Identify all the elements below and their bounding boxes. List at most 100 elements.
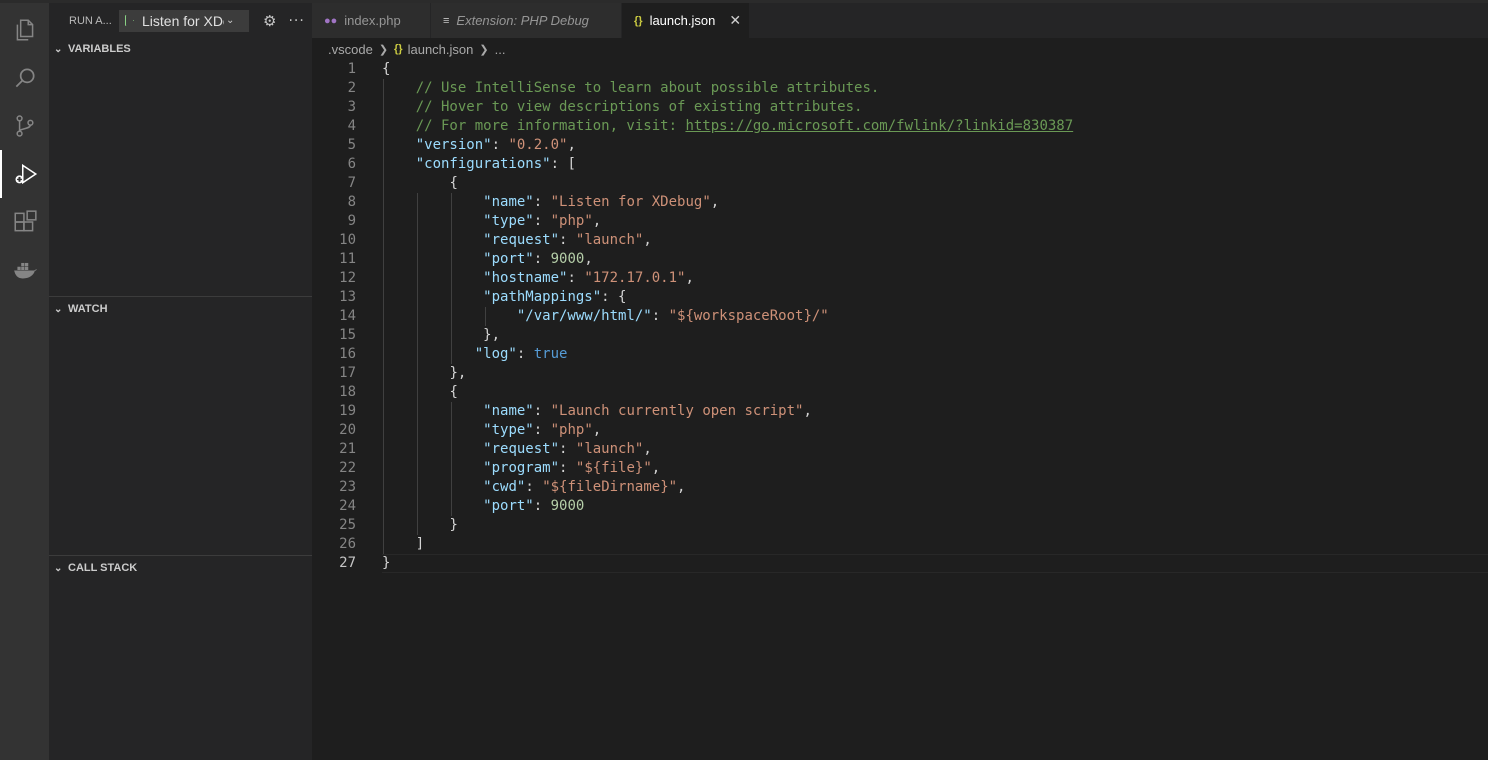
code-text: "request": "launch", bbox=[483, 441, 652, 457]
breadcrumb: .vscode ❯ {} launch.json ❯ ... bbox=[312, 38, 505, 60]
line-number: 7 bbox=[347, 175, 356, 191]
breadcrumb-file[interactable]: launch.json bbox=[408, 42, 474, 57]
tab-extension-php-debug[interactable]: ≡ Extension: PHP Debug bbox=[431, 3, 622, 38]
code-text: { bbox=[382, 61, 391, 77]
chevron-right-icon: ❯ bbox=[479, 43, 489, 56]
line-number: 3 bbox=[347, 99, 356, 115]
source-control-button[interactable] bbox=[0, 102, 49, 150]
code-text: "cwd": "${fileDirname}", bbox=[483, 479, 686, 495]
code-text: "type": "php", bbox=[483, 422, 602, 438]
code-line[interactable]: 11 "port": 9000, bbox=[312, 250, 1488, 269]
tab-label: launch.json bbox=[649, 13, 716, 28]
debug-config-label: Listen for XDebug bbox=[142, 12, 224, 29]
code-line[interactable]: 14 "/var/www/html/": "${workspaceRoot}/" bbox=[312, 307, 1488, 326]
code-line[interactable]: 15 }, bbox=[312, 326, 1488, 345]
line-number: 1 bbox=[347, 61, 356, 77]
code-text: "type": "php", bbox=[483, 213, 602, 229]
activity-bar bbox=[0, 0, 49, 760]
variables-section-header[interactable]: ⌄ VARIABLES bbox=[49, 38, 312, 60]
start-debugging-icon[interactable] bbox=[125, 15, 134, 26]
code-line[interactable]: 20 "type": "php", bbox=[312, 421, 1488, 440]
code-line[interactable]: 5 "version": "0.2.0", bbox=[312, 136, 1488, 155]
close-icon[interactable]: ✕ bbox=[729, 12, 741, 29]
code-editor[interactable]: 1{2 // Use IntelliSense to learn about p… bbox=[312, 60, 1488, 760]
code-line[interactable]: 26 ] bbox=[312, 535, 1488, 554]
code-line[interactable]: 9 "type": "php", bbox=[312, 212, 1488, 231]
run-debug-button[interactable] bbox=[0, 150, 49, 198]
code-line[interactable]: 4 // For more information, visit: https:… bbox=[312, 117, 1488, 136]
call-stack-section-header[interactable]: ⌄ CALL STACK bbox=[49, 557, 312, 579]
files-icon bbox=[16, 19, 33, 41]
code-text: { bbox=[449, 384, 458, 400]
run-debug-icon bbox=[14, 163, 37, 185]
code-line[interactable]: 13 "pathMappings": { bbox=[312, 288, 1488, 307]
search-button[interactable] bbox=[0, 54, 49, 102]
line-number: 14 bbox=[339, 308, 356, 324]
code-line[interactable]: 12 "hostname": "172.17.0.1", bbox=[312, 269, 1488, 288]
code-text: // Use IntelliSense to learn about possi… bbox=[415, 80, 880, 96]
line-number: 8 bbox=[347, 194, 356, 210]
search-icon bbox=[15, 68, 35, 88]
code-line[interactable]: 2 // Use IntelliSense to learn about pos… bbox=[312, 79, 1488, 98]
code-line[interactable]: 10 "request": "launch", bbox=[312, 231, 1488, 250]
more-actions-icon[interactable]: ··· bbox=[288, 13, 304, 29]
breadcrumb-folder[interactable]: .vscode bbox=[328, 42, 373, 57]
code-line[interactable]: 8 "name": "Listen for XDebug", bbox=[312, 193, 1488, 212]
editor-tabs: ●● index.php ≡ Extension: PHP Debug {} l… bbox=[312, 0, 1488, 38]
code-line[interactable]: 18 { bbox=[312, 383, 1488, 402]
code-line[interactable]: 21 "request": "launch", bbox=[312, 440, 1488, 459]
source-control-icon bbox=[15, 115, 34, 137]
code-text: }, bbox=[483, 327, 501, 343]
code-line[interactable]: 3 // Hover to view descriptions of exist… bbox=[312, 98, 1488, 117]
code-line[interactable]: 16 "log": true bbox=[312, 345, 1488, 364]
json-icon: {} bbox=[394, 43, 403, 55]
code-line[interactable]: 6 "configurations": [ bbox=[312, 155, 1488, 174]
preview-icon: ≡ bbox=[443, 14, 450, 27]
code-line[interactable]: 22 "program": "${file}", bbox=[312, 459, 1488, 478]
extensions-icon bbox=[13, 210, 37, 232]
code-line[interactable]: 25 } bbox=[312, 516, 1488, 535]
docker-button[interactable] bbox=[0, 246, 49, 294]
line-number: 26 bbox=[339, 536, 356, 552]
code-line[interactable]: 19 "name": "Launch currently open script… bbox=[312, 402, 1488, 421]
code-line[interactable]: 24 "port": 9000 bbox=[312, 497, 1488, 516]
gear-icon[interactable]: ⚙ bbox=[263, 12, 276, 30]
code-line[interactable]: 17 }, bbox=[312, 364, 1488, 383]
line-number: 23 bbox=[339, 479, 356, 495]
chevron-down-icon: ⌄ bbox=[54, 562, 63, 574]
code-text: "hostname": "172.17.0.1", bbox=[483, 270, 694, 286]
code-text: "configurations": [ bbox=[415, 156, 576, 172]
chevron-down-icon: ⌄ bbox=[54, 303, 63, 315]
code-text: "name": "Listen for XDebug", bbox=[483, 194, 720, 210]
line-number: 24 bbox=[339, 498, 356, 514]
docker-icon bbox=[13, 262, 37, 279]
tab-label: Extension: PHP Debug bbox=[456, 13, 589, 28]
line-number: 20 bbox=[339, 422, 356, 438]
code-line[interactable]: 23 "cwd": "${fileDirname}", bbox=[312, 478, 1488, 497]
explorer-button[interactable] bbox=[0, 6, 49, 54]
tab-launch-json[interactable]: {} launch.json ✕ bbox=[622, 3, 750, 38]
code-text: "name": "Launch currently open script", bbox=[483, 403, 812, 419]
code-line[interactable]: 27} bbox=[312, 554, 1488, 573]
line-number: 16 bbox=[339, 346, 356, 362]
line-number: 18 bbox=[339, 384, 356, 400]
line-number: 5 bbox=[347, 137, 356, 153]
code-line[interactable]: 7 { bbox=[312, 174, 1488, 193]
line-number: 25 bbox=[339, 517, 356, 533]
watch-section-header[interactable]: ⌄ WATCH bbox=[49, 298, 312, 320]
code-line[interactable]: 1{ bbox=[312, 60, 1488, 79]
code-text: "port": 9000, bbox=[483, 251, 593, 267]
watch-section-title: WATCH bbox=[68, 303, 108, 315]
divider bbox=[49, 296, 312, 297]
line-number: 6 bbox=[347, 156, 356, 172]
extensions-button[interactable] bbox=[0, 198, 49, 246]
breadcrumb-more[interactable]: ... bbox=[495, 42, 506, 57]
tab-index-php[interactable]: ●● index.php bbox=[312, 3, 431, 38]
code-text: // Hover to view descriptions of existin… bbox=[415, 99, 863, 115]
code-text: { bbox=[449, 175, 458, 191]
debug-config-select[interactable]: Listen for XDebug ⌄ bbox=[119, 9, 249, 32]
code-text: "log": true bbox=[474, 346, 568, 362]
line-number: 2 bbox=[347, 80, 356, 96]
line-number: 15 bbox=[339, 327, 356, 343]
debug-sidebar: RUN A... Listen for XDebug ⌄ ⚙ ··· ⌄ VAR… bbox=[49, 0, 312, 760]
